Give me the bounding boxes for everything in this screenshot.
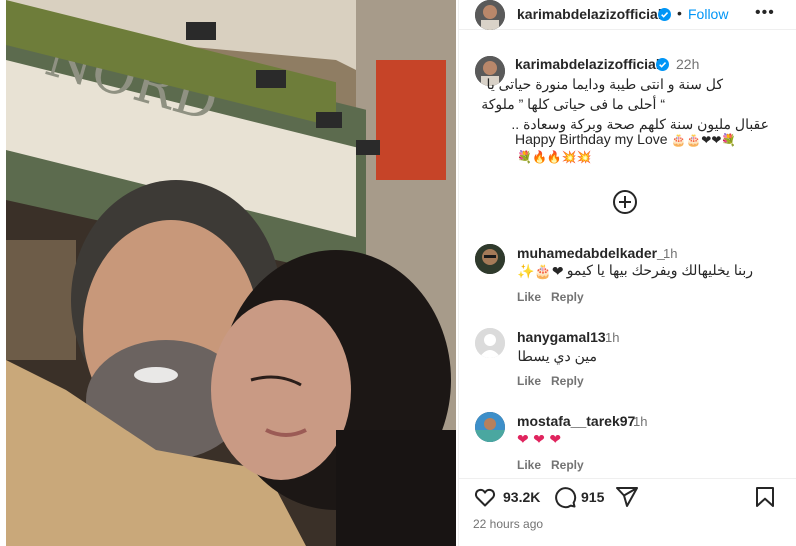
comment-like-button[interactable]: Like (517, 458, 541, 472)
comment-text: مين دي يسطا (517, 348, 598, 364)
comment-avatar[interactable] (475, 244, 505, 274)
heart-icon[interactable] (473, 485, 497, 509)
caption-line-4: Happy Birthday my Love 🎂🎂❤❤💐 (515, 131, 736, 147)
caption-line-2: “ أحلى ما فى حياتى كلها ” ملوكة (481, 96, 665, 112)
post-time-ago[interactable]: 22 hours ago (473, 517, 543, 531)
comment-avatar[interactable] (475, 328, 505, 358)
comments-count[interactable]: 915 (581, 489, 604, 505)
comment-like-button[interactable]: Like (517, 290, 541, 304)
author-avatar[interactable] (475, 0, 505, 30)
verified-badge-icon (658, 8, 671, 21)
post-photo[interactable]: NORD (0, 0, 458, 546)
verified-badge-icon (656, 58, 669, 71)
caption-author-username[interactable]: karimabdelazizofficial (515, 56, 660, 72)
comment-like-button[interactable]: Like (517, 374, 541, 388)
comment-reply-button[interactable]: Reply (551, 458, 584, 472)
more-options-button[interactable]: ••• (755, 4, 775, 22)
caption-emoji-row-1: 🎂🎂❤❤💐 (671, 133, 737, 147)
comment-time: 1h (663, 246, 678, 261)
caption-time: 22h (676, 56, 700, 72)
photo-illustration: NORD (6, 0, 456, 546)
caption-english-text: Happy Birthday my Love (515, 131, 668, 147)
photo-frame: NORD (6, 0, 456, 546)
comment-icon[interactable] (553, 485, 577, 509)
load-more-comments-icon[interactable] (613, 190, 637, 214)
bookmark-icon[interactable] (753, 485, 777, 509)
comment-username[interactable]: mostafa__tarek97 (517, 413, 635, 429)
post-action-bar: 93.2K 915 22 hours ago (459, 478, 796, 546)
post-details-panel: karimabdelazizofficial • Follow ••• kari… (458, 0, 796, 546)
likes-count[interactable]: 93.2K (503, 489, 540, 505)
comment-text: ❤ ❤ ❤ (517, 432, 562, 448)
caption-emoji-row-2: 💐🔥🔥💥💥 (517, 150, 592, 164)
comment-reply-button[interactable]: Reply (551, 374, 584, 388)
comment-reply-button[interactable]: Reply (551, 290, 584, 304)
comment-avatar[interactable] (475, 412, 505, 442)
follow-button[interactable]: Follow (688, 6, 728, 22)
comment-username[interactable]: muhamedabdelkader_ (517, 245, 665, 261)
post-header: karimabdelazizofficial • Follow ••• (459, 0, 796, 30)
comment-emoji: ✨🎂❤ (517, 264, 564, 280)
caption-line-1: كل سنة و انتى طيبة ودايما منورة حياتى يا (486, 76, 723, 92)
author-username[interactable]: karimabdelazizofficial (517, 6, 662, 22)
comment-time: 1h (633, 414, 648, 429)
header-separator: • (677, 5, 682, 21)
share-icon[interactable] (615, 485, 639, 509)
comment-username[interactable]: hanygamal13 (517, 329, 606, 345)
comment-time: 1h (605, 330, 620, 345)
